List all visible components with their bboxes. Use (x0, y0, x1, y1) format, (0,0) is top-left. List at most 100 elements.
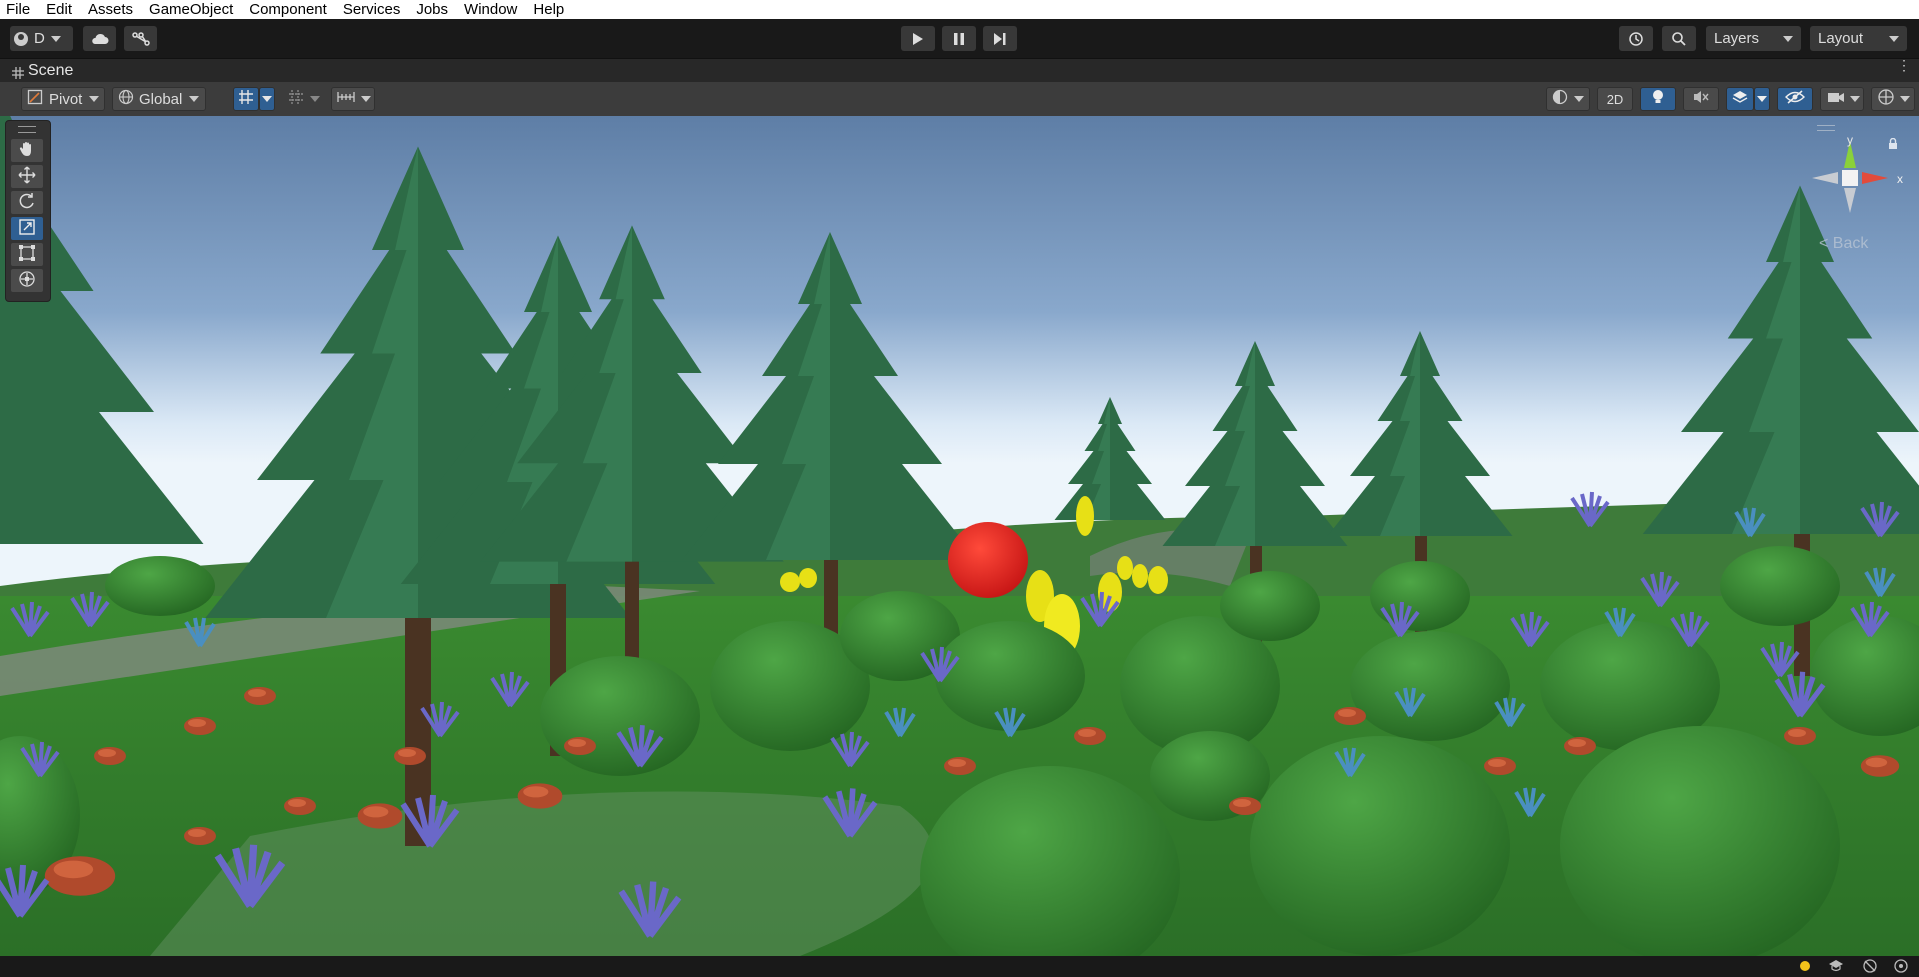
graduation-cap-icon[interactable] (1828, 959, 1844, 976)
transform-tool-button[interactable] (11, 269, 43, 292)
effects-layers-icon (1732, 89, 1748, 109)
ruler-dropdown[interactable] (331, 87, 375, 111)
axis-gizmo-icon (1812, 141, 1888, 213)
palette-drag-handle[interactable] (18, 126, 36, 133)
scene-render (0, 116, 1919, 956)
pivot-label: Pivot (49, 90, 83, 108)
audio-toggle[interactable] (1683, 87, 1719, 111)
chevron-down-icon (1900, 96, 1910, 102)
more-options-icon[interactable]: ⋮ (1897, 58, 1911, 72)
step-icon (993, 32, 1007, 46)
globe-icon (118, 89, 134, 109)
gizmo-y-label: y (1847, 133, 1853, 147)
draw-mode-dropdown[interactable] (1546, 87, 1590, 111)
ruler-icon (337, 90, 355, 108)
menu-jobs[interactable]: Jobs (408, 0, 456, 19)
increment-snap-button[interactable] (283, 87, 320, 111)
lightbulb-icon (1652, 89, 1664, 109)
menu-services[interactable]: Services (335, 0, 409, 19)
menu-edit[interactable]: Edit (38, 0, 80, 19)
audio-mute-icon (1692, 89, 1710, 109)
scale-tool-button[interactable] (11, 217, 43, 240)
hand-tool-button[interactable] (11, 139, 43, 162)
chevron-down-icon (310, 96, 320, 102)
search-button[interactable] (1662, 26, 1696, 51)
chevron-down-icon (50, 35, 61, 42)
view-orientation-label: < Back (1819, 235, 1869, 252)
pivot-icon (27, 89, 43, 109)
debug-icon[interactable] (1862, 958, 1878, 977)
layout-label: Layout (1818, 30, 1864, 47)
camera-dropdown[interactable] (1820, 87, 1864, 111)
status-bar (0, 956, 1919, 975)
layout-dropdown[interactable]: Layout (1810, 26, 1907, 51)
effects-toggle[interactable] (1726, 87, 1754, 111)
shading-mode-icon (1551, 89, 1569, 109)
menu-window[interactable]: Window (456, 0, 525, 19)
account-label: D (34, 30, 45, 47)
account-icon (14, 31, 28, 46)
move-tool-button[interactable] (11, 165, 43, 188)
rotate-icon (18, 192, 36, 213)
rect-tool-button[interactable] (11, 243, 43, 266)
camera-icon (1827, 90, 1845, 108)
chevron-down-icon (1757, 96, 1767, 102)
lighting-progress-icon (1797, 958, 1813, 977)
account-dropdown[interactable]: D (10, 26, 73, 51)
settings-icon[interactable] (1893, 958, 1909, 977)
cloud-button[interactable] (83, 26, 116, 51)
scale-icon (18, 218, 36, 239)
layers-dropdown[interactable]: Layers (1706, 26, 1801, 51)
global-dropdown[interactable]: Global (112, 87, 206, 111)
rect-transform-icon (18, 244, 36, 265)
gizmos-dropdown[interactable] (1871, 87, 1915, 111)
play-icon (912, 32, 924, 46)
play-button[interactable] (901, 26, 935, 51)
chevron-down-icon (361, 96, 371, 102)
chevron-down-icon (1783, 35, 1793, 42)
main-toolbar: D Layers Layout (0, 19, 1919, 58)
move-arrows-icon (18, 166, 36, 187)
history-button[interactable] (1619, 26, 1653, 51)
pause-icon (953, 32, 965, 46)
hand-icon (18, 140, 36, 161)
cloud-icon (91, 33, 109, 45)
pause-button[interactable] (942, 26, 976, 51)
menu-assets[interactable]: Assets (80, 0, 141, 19)
menu-gameobject[interactable]: GameObject (141, 0, 241, 19)
gizmo-x-label: x (1897, 172, 1903, 186)
grid-snap-toggle[interactable] (233, 87, 259, 111)
chevron-down-icon (1574, 96, 1584, 102)
menu-help[interactable]: Help (525, 0, 572, 19)
scene-tab-strip: Scene ⋮ (0, 58, 1919, 83)
chevron-down-icon (89, 96, 100, 102)
chevron-down-icon (189, 96, 200, 102)
effects-dropdown[interactable] (1754, 87, 1770, 111)
tool-palette (5, 120, 51, 302)
increment-snap-icon (288, 89, 304, 109)
eye-slash-icon (1785, 90, 1805, 108)
collab-button[interactable] (124, 26, 157, 51)
scene-viewport[interactable] (0, 116, 1919, 956)
history-icon (1628, 31, 1644, 47)
menu-bar: File Edit Assets GameObject Component Se… (0, 0, 1919, 19)
tab-scene[interactable]: Scene (28, 62, 73, 80)
rotate-tool-button[interactable] (11, 191, 43, 214)
hidden-objects-toggle[interactable] (1777, 87, 1813, 111)
chevron-down-icon (1850, 96, 1860, 102)
grid-snap-icon (238, 89, 254, 109)
menu-file[interactable]: File (0, 0, 38, 19)
menu-component[interactable]: Component (241, 0, 335, 19)
grid-snap-dropdown[interactable] (259, 87, 275, 111)
chevron-down-icon (1889, 35, 1899, 42)
search-icon (1671, 31, 1687, 47)
pivot-dropdown[interactable]: Pivot (21, 87, 105, 111)
gizmo-drag-handle[interactable] (1817, 125, 1835, 131)
layers-label: Layers (1714, 30, 1760, 47)
step-button[interactable] (983, 26, 1017, 51)
version-control-icon (131, 31, 150, 46)
mode-2d-label: 2D (1606, 91, 1624, 107)
mode-2d-toggle[interactable]: 2D (1597, 87, 1633, 111)
lighting-toggle[interactable] (1640, 87, 1676, 111)
transform-icon (18, 270, 36, 291)
